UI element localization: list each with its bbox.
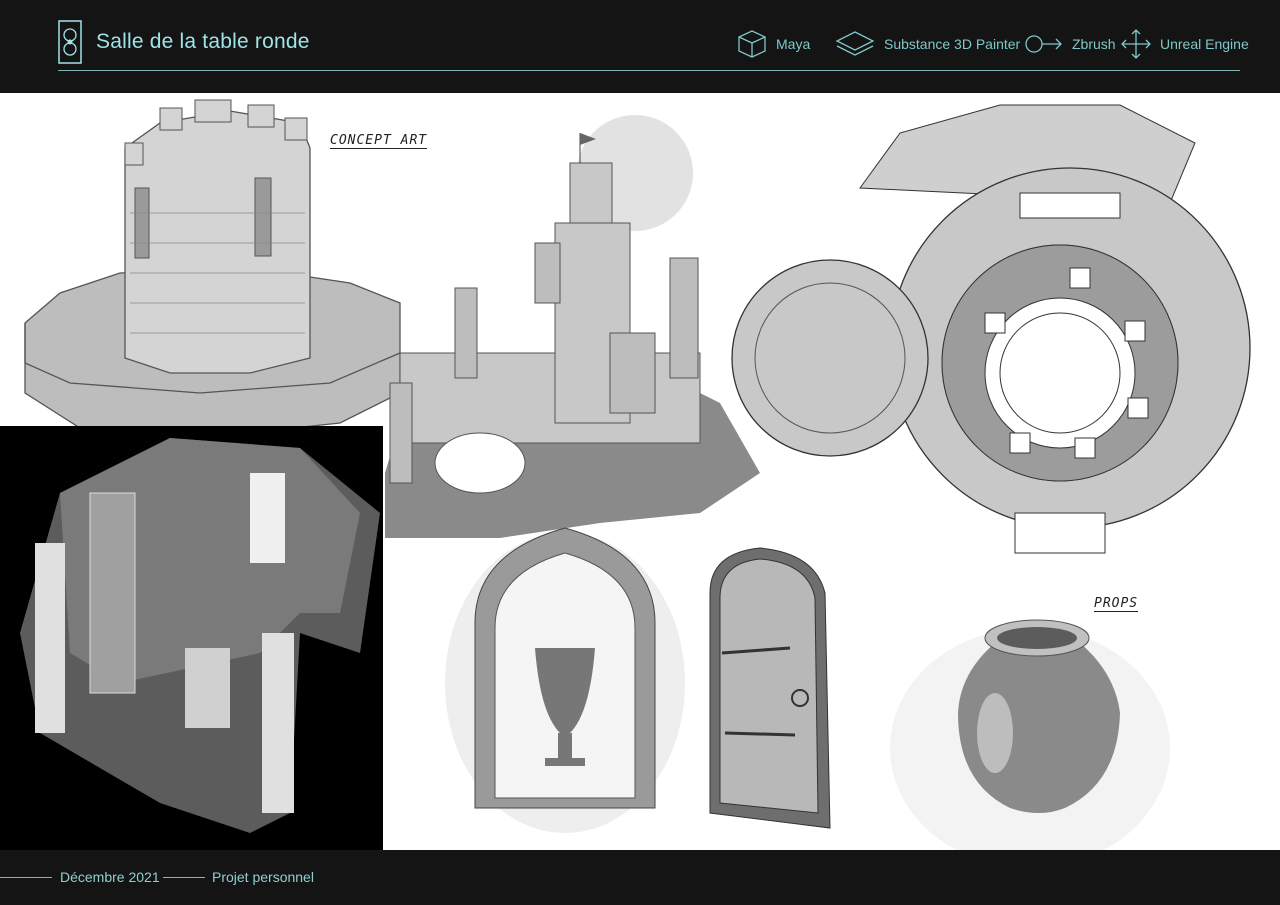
tool-zbrush: Zbrush [1024,28,1116,60]
pot-sketch [890,619,1170,850]
tool-label: Maya [776,36,811,52]
concept-art-label: CONCEPT ART [330,133,428,149]
header-bar: Salle de la table ronde Maya Substance 3… [0,0,1280,92]
concept-art-illustration [0,99,1251,850]
tool-maya: Maya [736,28,810,60]
tool-label: Substance 3D Painter [884,36,1021,52]
wooden-door-sketch [709,547,831,829]
footer-date: Décembre 2021 [60,869,160,885]
cube-icon [738,30,766,58]
floor-plan-sketch [731,104,1251,554]
footer-bar: Décembre 2021 Projet personnel [0,850,1280,905]
header-divider [58,70,1240,71]
tower-sketch [24,99,401,439]
tool-label: Unreal Engine [1160,36,1249,52]
move-arrows-icon [1121,29,1151,59]
page-title: Salle de la table ronde [96,30,310,53]
castle-sketch [385,115,760,538]
footer-divider [0,877,52,878]
tool-substance: Substance 3D Painter [834,28,1020,60]
interior-room-sketch [0,426,383,850]
props-label: PROPS [1094,596,1139,612]
artboard: CONCEPT ART PROPS [0,93,1280,850]
logo-icon [58,20,82,64]
stroke-arrow-icon [1025,35,1062,53]
footer-divider [163,877,205,878]
stained-glass-window-sketch [445,527,685,833]
tool-label: Zbrush [1072,36,1116,52]
tool-unreal: Unreal Engine [1120,28,1249,60]
footer-project: Projet personnel [212,869,314,885]
layers-icon [835,31,875,56]
